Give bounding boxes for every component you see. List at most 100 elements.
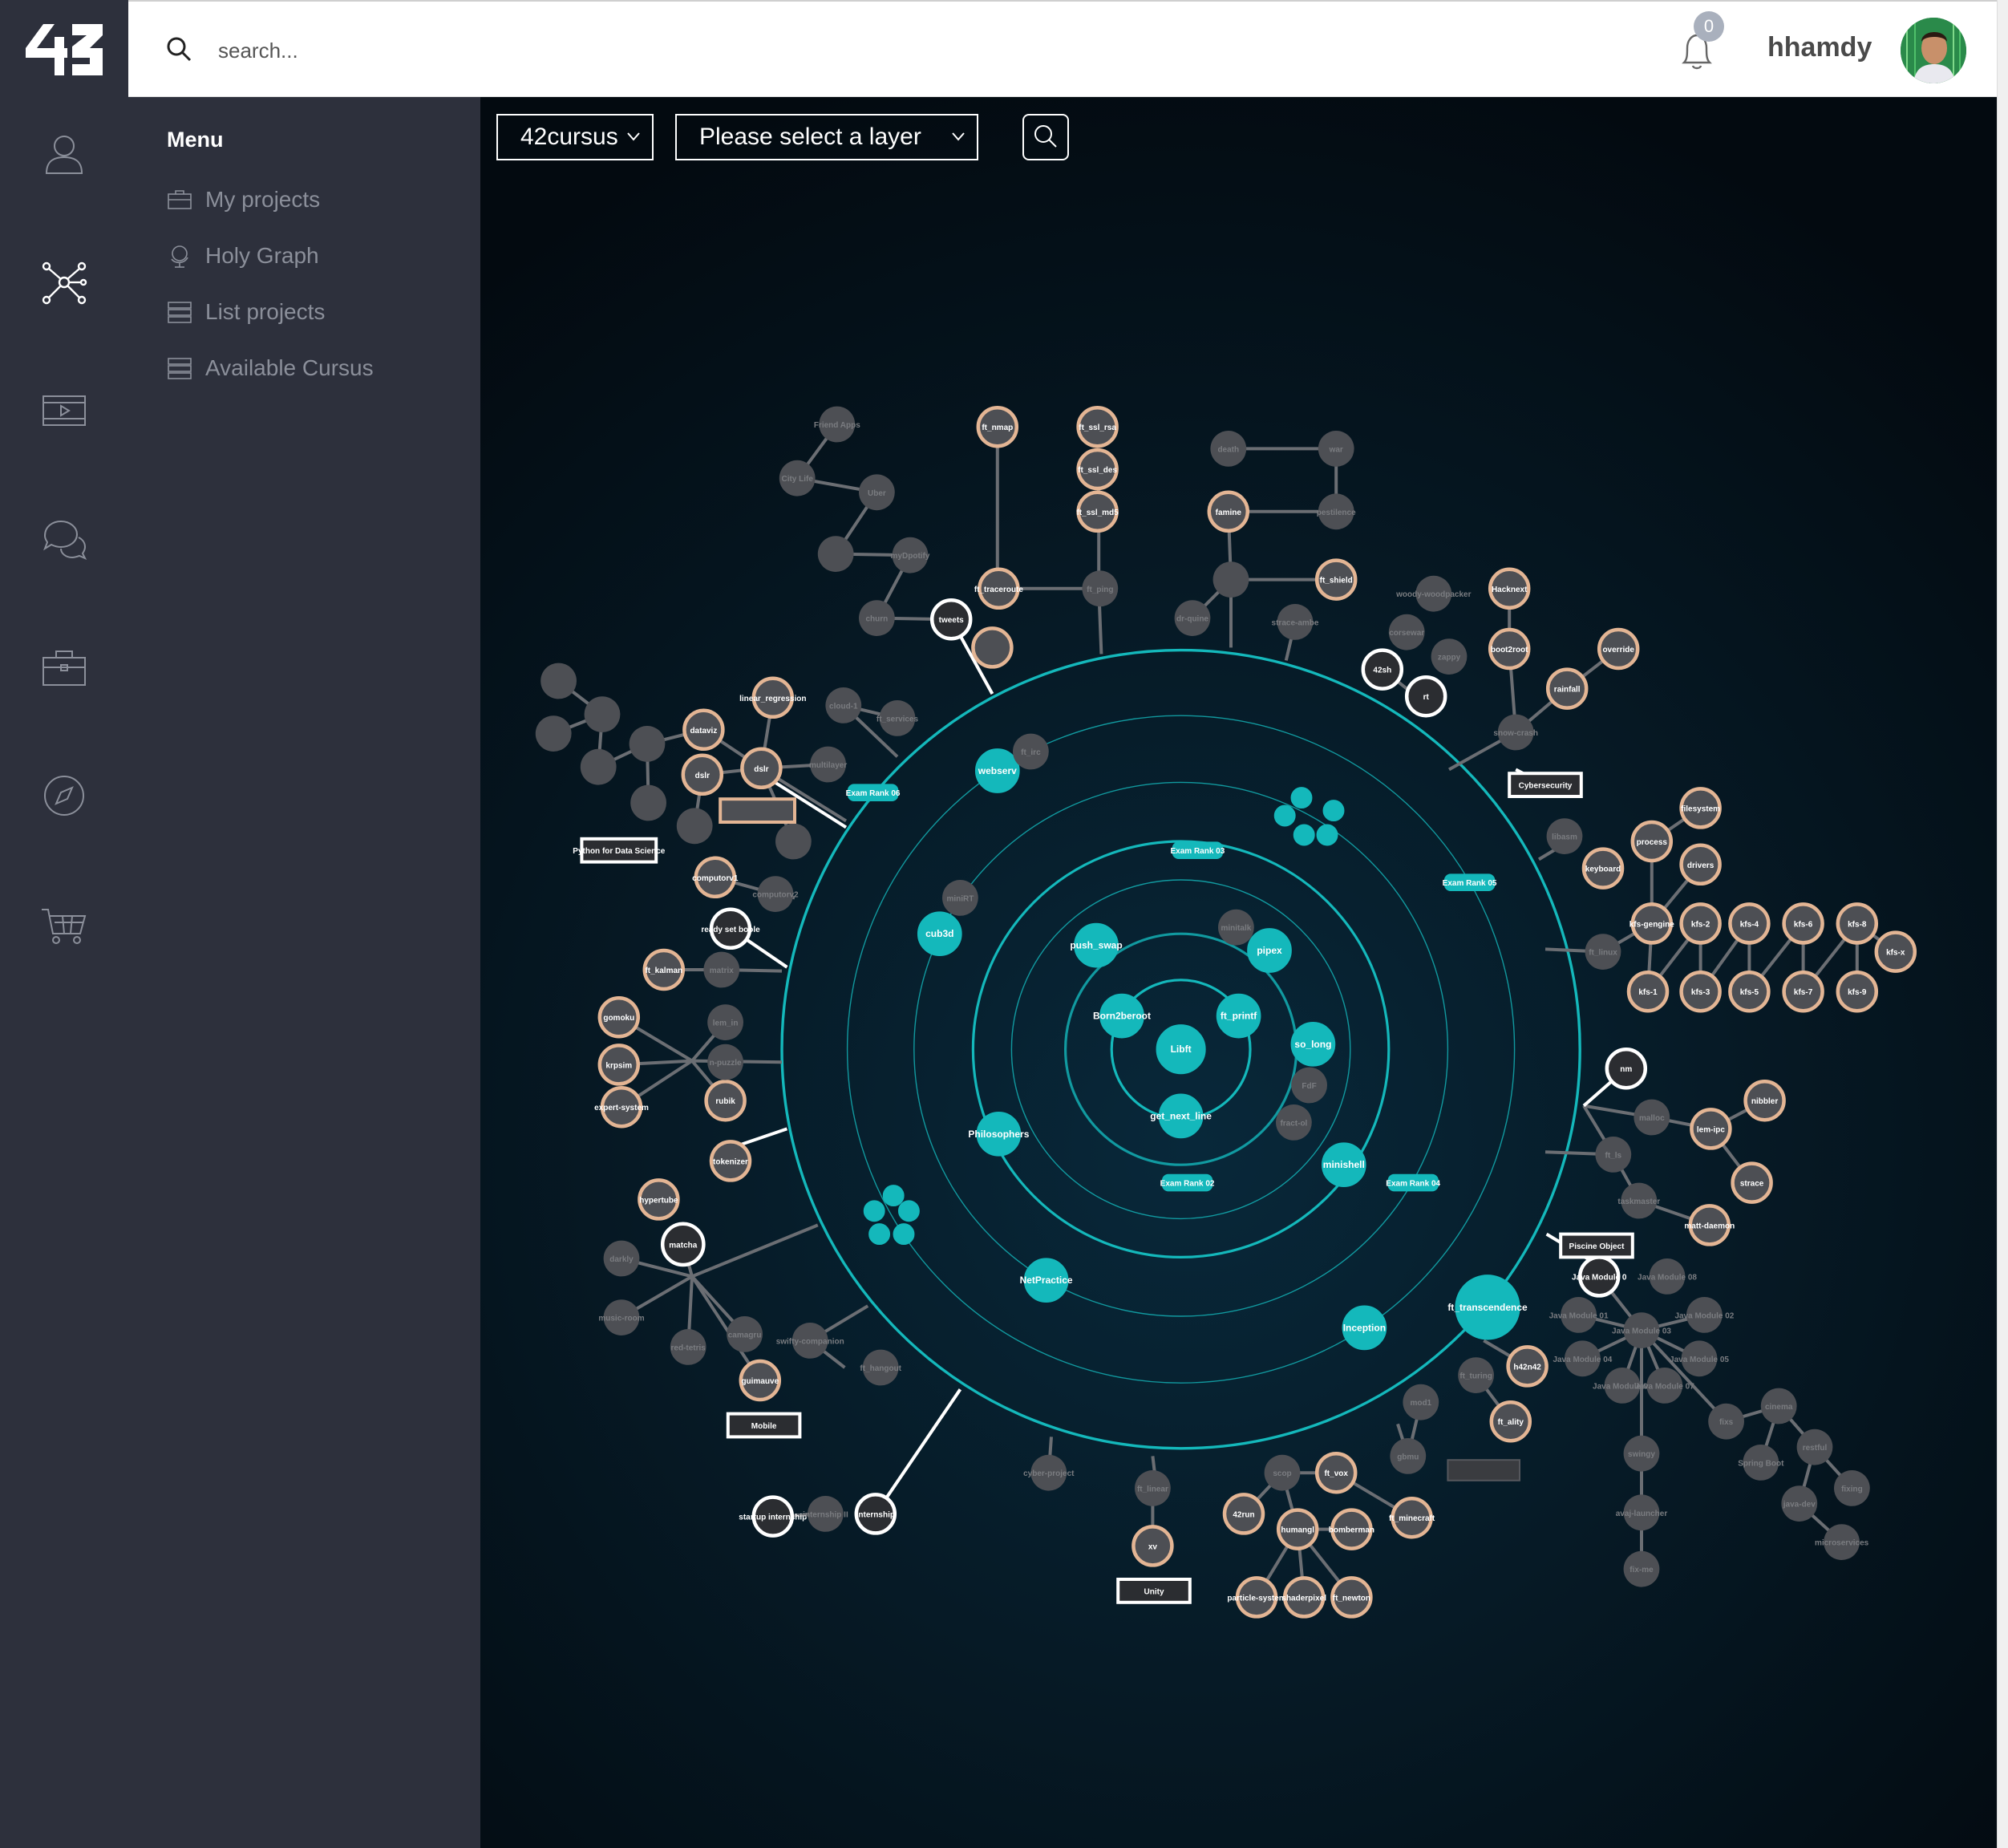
graph-node-zappy-label: zappy: [1438, 654, 1461, 663]
user-icon[interactable]: [38, 128, 90, 180]
graph-node-exam-rank-02-label: Exam Rank 02: [1160, 1180, 1215, 1189]
graph-node-ready-set-boole-label: ready set boole: [701, 926, 760, 934]
graph-node-netpractice-label: NetPractice: [1020, 1275, 1073, 1286]
vertical-scrollbar[interactable]: [1997, 0, 2008, 1848]
graph-node-swingy-label: swingy: [1628, 1450, 1655, 1459]
graph-node-friend-apps-label: Friend Apps: [814, 421, 860, 430]
username-label[interactable]: hhamdy: [1767, 32, 1872, 63]
graph-node-java-module-0-label: Java Module 0: [1572, 1273, 1627, 1282]
graph-node-startup-internship-label: startup internship: [739, 1514, 807, 1522]
graph-connector: [874, 1388, 962, 1515]
holy-graph-canvas[interactable]: Libft Born2beroot ft_printf get_next_line pu…: [480, 97, 1997, 1848]
shop-cart-icon[interactable]: [38, 898, 90, 950]
holy-graph-svg[interactable]: Libft Born2beroot ft_printf get_next_line pu…: [480, 97, 1997, 1848]
menu-item-label: My projects: [205, 187, 321, 212]
graph-node-expert-system-label: expert-system: [594, 1104, 649, 1112]
menu-item-label: Holy Graph: [205, 243, 319, 268]
graph-node-ft-minecraft-label: ft_minecraft: [1389, 1514, 1435, 1523]
graph-node-filesystem-label: filesystem: [1681, 804, 1720, 813]
graph-node-exam-rank-05-label: Exam Rank 05: [1443, 879, 1497, 888]
graph-node-strace-label: strace: [1740, 1180, 1764, 1189]
graph-node-mod1-label: mod1: [1410, 1399, 1431, 1408]
graph-node-avaj-launcher-label: avaj-launcher: [1616, 1510, 1668, 1518]
menu-item-my-projects[interactable]: My projects: [167, 182, 320, 217]
menu-item-label: Available Cursus: [205, 355, 374, 380]
graph-node-nm-label: nm: [1620, 1065, 1632, 1074]
graph-node-process-label: process: [1637, 838, 1668, 847]
graph-node-java-module-04-label: Java Module 04: [1553, 1356, 1612, 1364]
graph-node-get-next-line-label: get_next_line: [1150, 1110, 1212, 1121]
graph-node: [584, 696, 621, 732]
cursus-select[interactable]: 42cursus: [496, 114, 654, 160]
graph-node: [971, 626, 1014, 669]
graph-node-ft-kalman-label: ft_kalman: [645, 967, 682, 975]
search-input[interactable]: [217, 32, 781, 69]
graph-node-ft-linux-label: ft_linux: [1589, 949, 1617, 958]
graph-node-hypertube-label: hypertube: [639, 1196, 678, 1205]
graph-node-java-module-01-label: Java Module 01: [1549, 1311, 1609, 1320]
avatar[interactable]: [1901, 18, 1966, 83]
layer-select[interactable]: Please select a layer: [675, 114, 978, 160]
menu-item-holy-graph[interactable]: Holy Graph: [167, 238, 319, 274]
graph-node-computorv2-label: computorv2: [752, 891, 799, 900]
graph-node-ft-ssl-des-label: ft_ssl_des: [1078, 466, 1117, 475]
graph-node-kfs-gengine-label: kfs-gengine: [1629, 920, 1675, 929]
graph-node-fix-me-label: fix-me: [1629, 1566, 1654, 1574]
list-icon: [168, 358, 192, 379]
graph-node-ft-linear-label: ft_linear: [1137, 1485, 1168, 1493]
graph-node: [897, 1200, 920, 1222]
graph-node-rt-label: rt: [1423, 693, 1430, 702]
list-icon: [168, 302, 192, 323]
graph-node-so-long-label: so_long: [1294, 1039, 1331, 1050]
graph-node-exam-rank-04-label: Exam Rank 04: [1386, 1180, 1440, 1189]
graph-node-42run-label: 42run: [1233, 1510, 1254, 1519]
graph-node-kfs-8-label: kfs-8: [1848, 920, 1867, 929]
briefcase-icon[interactable]: [38, 642, 90, 693]
graph-node: [775, 823, 812, 860]
graph-node: [882, 1185, 905, 1207]
graph-node-ft-ssl-rsa-label: ft_ssl_rsa: [1079, 424, 1116, 432]
graph-node-churn-label: churn: [866, 615, 889, 624]
menu-item-available-cursus[interactable]: Available Cursus: [167, 351, 374, 386]
app-window: 0 hhamdy Menu My projects Holy Graph Lis…: [0, 0, 1997, 1848]
graph-node-drivers-label: drivers: [1687, 861, 1714, 870]
logo-42[interactable]: [26, 24, 103, 75]
graph-node-lem-ipc-label: lem-ipc: [1697, 1125, 1725, 1134]
graph-node-malloc-label: malloc: [1639, 1114, 1665, 1123]
graph-node-dslr-label: dslr: [754, 765, 768, 774]
search-icon[interactable]: [165, 35, 192, 63]
graph-edge: [691, 1223, 819, 1279]
cluster-label-piscine-object: Piscine Object: [1569, 1242, 1625, 1251]
graph-node-internship-ii-label: internship II: [803, 1510, 848, 1519]
graph-node-hacknext-label: Hacknext: [1492, 586, 1528, 594]
compass-icon[interactable]: [38, 770, 90, 821]
graph-node-minirt-label: miniRT: [946, 894, 974, 903]
graph-node-guimauve-label: guimauve: [741, 1377, 779, 1386]
graph-node-fixs-label: fixs: [1719, 1418, 1734, 1427]
graph-node-nibbler-label: nibbler: [1751, 1097, 1778, 1106]
graph-node-dataviz-label: dataviz: [690, 727, 717, 736]
graph-node-cub3d-label: cub3d: [925, 928, 953, 939]
graph-node-tokenizer-label: tokenizer: [713, 1157, 748, 1166]
graph-node-h42n42-label: h42n42: [1513, 1363, 1541, 1372]
graph-search-button[interactable]: [1022, 114, 1069, 160]
menu-item-list-projects[interactable]: List projects: [167, 294, 325, 330]
graph-node-exam-rank-03-label: Exam Rank 03: [1170, 847, 1225, 856]
graph-node-linear-regression-label: linear_regression: [739, 695, 806, 703]
video-icon[interactable]: [38, 385, 90, 436]
graph-node-matt-daemon-label: matt-daemon: [1684, 1222, 1735, 1230]
graph-node: [630, 784, 666, 821]
graph-network-icon[interactable]: [38, 257, 90, 308]
graph-node: [629, 726, 666, 762]
graph-node: [535, 715, 572, 752]
graph-node-mydpotify-label: myDpotify: [891, 552, 930, 561]
menu-title: Menu: [167, 128, 224, 152]
graph-node: [676, 808, 713, 845]
chat-icon[interactable]: [38, 513, 90, 565]
graph-node-born2beroot-label: Born2beroot: [1093, 1011, 1151, 1022]
graph-node-kfs-3-label: kfs-3: [1691, 988, 1710, 997]
graph-node-ft-newton-label: ft_newton: [1333, 1594, 1370, 1603]
graph-node-override-label: override: [1602, 646, 1634, 654]
graph-node: [1212, 561, 1249, 598]
graph-node-camagru-label: camagru: [728, 1331, 762, 1339]
